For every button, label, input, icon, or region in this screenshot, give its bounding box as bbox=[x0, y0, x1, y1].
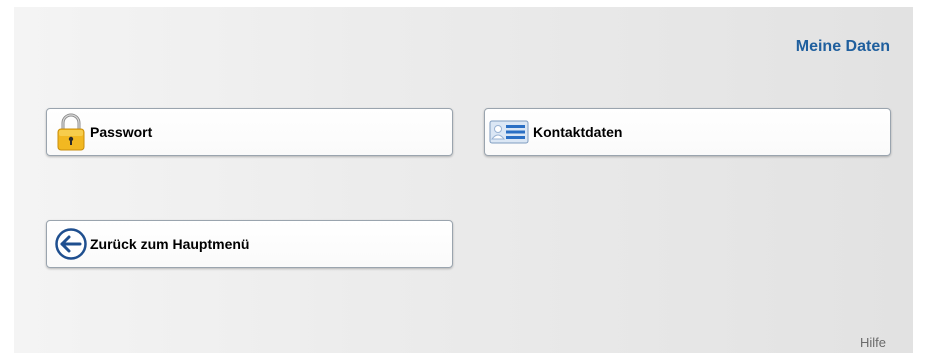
back-to-main-menu-button[interactable]: Zurück zum Hauptmenü bbox=[46, 220, 453, 268]
main-panel: Meine Daten Passwort Kontaktdaten Zurück… bbox=[14, 7, 913, 353]
help-link[interactable]: Hilfe bbox=[860, 335, 886, 350]
password-label: Passwort bbox=[90, 124, 153, 140]
contact-card-icon bbox=[489, 118, 529, 146]
page-title: Meine Daten bbox=[795, 38, 890, 55]
contact-data-label: Kontaktdaten bbox=[533, 124, 623, 140]
arrow-left-icon bbox=[55, 228, 87, 260]
padlock-icon bbox=[55, 112, 87, 152]
password-button[interactable]: Passwort bbox=[46, 108, 453, 156]
back-to-main-menu-label: Zurück zum Hauptmenü bbox=[90, 236, 250, 252]
contact-data-button[interactable]: Kontaktdaten bbox=[484, 108, 891, 156]
